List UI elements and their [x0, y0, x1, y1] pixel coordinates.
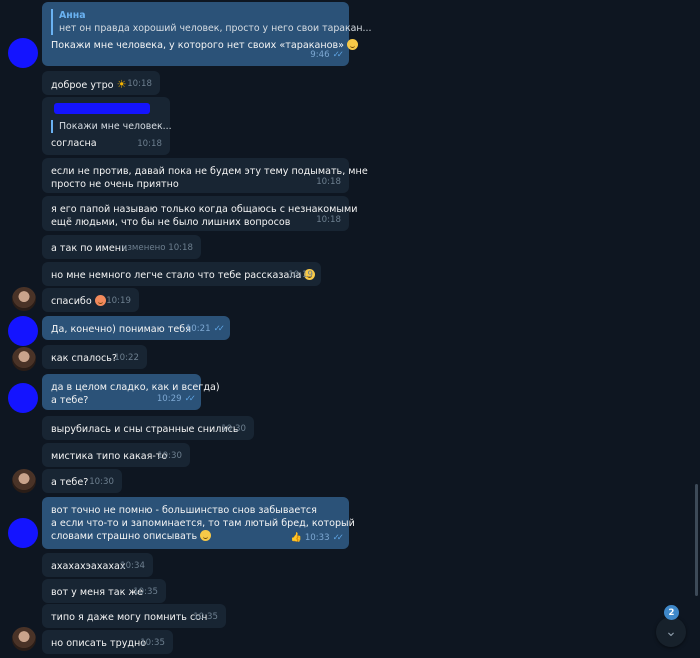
reply-author: Анна	[59, 10, 86, 21]
avatar[interactable]	[12, 287, 36, 311]
message-bubble[interactable]: Покажи мне человек... согласна 10:18	[42, 97, 172, 155]
message-meta: 10:29 ✓✓	[156, 393, 197, 406]
message-text: типо я даже могу помнить сон	[51, 612, 208, 623]
message-text: ещё людьми, что бы не было лишних вопрос…	[51, 217, 291, 228]
message-meta: 10:34	[120, 560, 145, 573]
message-bubble[interactable]: но описать трудно 10:35	[42, 630, 173, 654]
message-meta: 10:30	[157, 450, 182, 463]
avatar[interactable]	[8, 316, 38, 346]
message-time: 10:29	[156, 394, 182, 404]
message-bubble[interactable]: вот точно не помню - большинство снов за…	[42, 497, 355, 549]
message-time: 10:18	[137, 139, 162, 149]
message-time: 10:33	[304, 533, 330, 543]
reply-text: нет он правда хороший человек, просто у …	[59, 23, 372, 34]
message-time: 10:35	[193, 612, 218, 622]
message-time: 10:30	[157, 451, 182, 461]
message-time: 10:18	[316, 215, 341, 225]
avatar[interactable]	[12, 469, 36, 493]
message-text: вырубилась и сны странные снились	[51, 424, 239, 435]
avatar[interactable]	[8, 38, 38, 68]
message-meta: 10:35	[133, 586, 158, 599]
message-bubble[interactable]: а так по имени изменено 10:18	[42, 235, 201, 259]
message-text: вот точно не помню - большинство снов за…	[51, 505, 317, 516]
message-time: 10:19	[106, 296, 131, 306]
message-bubble[interactable]: как спалось? 10:22	[42, 345, 147, 369]
unread-count-badge: 2	[664, 605, 679, 620]
message-time: 10:30	[89, 477, 114, 487]
message-bubble[interactable]: спасибо 10:19	[42, 288, 139, 312]
message-text: но мне немного легче стало что тебе расс…	[51, 269, 316, 282]
message-bubble[interactable]: доброе утро ☀ 10:18	[42, 71, 160, 95]
thumbs-up-reaction-icon[interactable]: 👍	[291, 532, 302, 545]
read-checkmarks-icon: ✓✓	[213, 324, 226, 334]
message-meta: 10:18	[316, 214, 341, 227]
grin-emoji-icon	[347, 39, 359, 50]
message-bubble[interactable]: да в целом сладко, как и всегда) а тебе?…	[42, 374, 220, 410]
scrollbar[interactable]	[695, 484, 698, 596]
message-time: 10:19	[288, 270, 313, 280]
message-meta: 10:35	[193, 611, 218, 624]
message-text: я его папой называю только когда общаюсь…	[51, 204, 358, 215]
read-checkmarks-icon: ✓✓	[184, 394, 197, 404]
scroll-down-button[interactable]: ⌄	[656, 617, 686, 647]
message-bubble[interactable]: а тебе? 10:30	[42, 469, 122, 493]
message-meta: 👍 10:33 ✓✓	[291, 532, 345, 545]
message-meta: 10:18	[316, 176, 341, 189]
reply-preview[interactable]: Анна нет он правда хороший человек, прос…	[51, 9, 372, 35]
message-bubble[interactable]: но мне немного легче стало что тебе расс…	[42, 262, 321, 286]
message-meta: 10:19	[288, 269, 313, 282]
message-meta: 10:35	[140, 637, 165, 650]
message-bubble[interactable]: Да, конечно) понимаю тебя 10:21 ✓✓	[42, 316, 230, 340]
message-time: 10:35	[133, 587, 158, 597]
redaction-mark	[54, 103, 150, 114]
message-bubble[interactable]: вот у меня так же 10:35	[42, 579, 166, 603]
message-meta: 10:18	[137, 138, 162, 151]
read-checkmarks-icon: ✓✓	[332, 533, 345, 543]
sun-emoji-icon: ☀	[116, 78, 127, 91]
message-bubble[interactable]: типо я даже могу помнить сон 10:35	[42, 604, 226, 628]
message-time: 10:18	[127, 79, 152, 89]
avatar[interactable]	[8, 383, 38, 413]
message-meta: 10:18	[127, 78, 152, 91]
heart-face-emoji-icon	[94, 295, 106, 306]
message-meta: 10:22	[114, 352, 139, 365]
chevron-down-icon: ⌄	[665, 624, 677, 640]
message-time: изменено 10:18	[121, 243, 193, 253]
message-time: 10:22	[114, 353, 139, 363]
message-time: 10:35	[140, 638, 165, 648]
message-bubble[interactable]: ахахахэахахах 10:34	[42, 553, 153, 577]
message-time: 10:21	[185, 324, 211, 334]
avatar[interactable]	[8, 518, 38, 548]
read-checkmarks-icon: ✓✓	[332, 50, 345, 60]
avatar[interactable]	[12, 347, 36, 371]
message-meta: 10:30	[221, 423, 246, 436]
avatar[interactable]	[12, 627, 36, 651]
message-bubble[interactable]: если не против, давай пока не будем эту …	[42, 158, 368, 193]
message-time: 10:30	[221, 424, 246, 434]
message-bubble[interactable]: я его папой называю только когда общаюсь…	[42, 196, 358, 231]
reply-preview[interactable]: Покажи мне человек...	[51, 120, 172, 133]
message-time: 9:46	[310, 50, 330, 60]
message-text: а если что-то и запоминается, то там лют…	[51, 518, 355, 529]
message-meta: 10:30	[89, 476, 114, 489]
message-text: просто не очень приятно	[51, 179, 179, 190]
message-text: Покажи мне человека, у которого нет свои…	[51, 39, 359, 52]
message-meta: 9:46 ✓✓	[310, 49, 345, 62]
message-bubble[interactable]: мистика типо какая-то 10:30	[42, 443, 190, 467]
message-time: 10:34	[120, 561, 145, 571]
reply-text: Покажи мне человек...	[59, 121, 172, 132]
message-time: 10:18	[316, 177, 341, 187]
message-text: если не против, давай пока не будем эту …	[51, 166, 368, 177]
message-bubble[interactable]: Анна нет он правда хороший человек, прос…	[42, 2, 372, 66]
message-meta: изменено 10:18	[122, 242, 193, 255]
message-meta: 10:19	[106, 295, 131, 308]
message-bubble[interactable]: вырубилась и сны странные снились 10:30	[42, 416, 254, 440]
chat-history[interactable]: Анна нет он правда хороший человек, прос…	[0, 0, 700, 658]
message-meta: 10:21 ✓✓	[185, 323, 226, 336]
laughing-emoji-icon	[200, 530, 212, 541]
